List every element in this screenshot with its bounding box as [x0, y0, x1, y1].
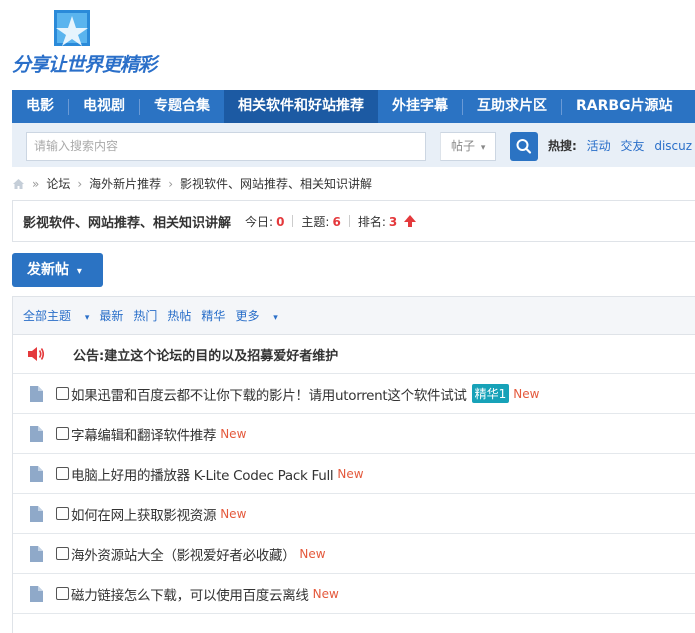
new-post-button[interactable]: 发新帖 ▾ — [12, 253, 103, 287]
logo-emblem-icon — [54, 10, 90, 46]
thread-list: 全部主题 ▾ 最新 热门 热帖 精华 更多 ▾ 公告:建立这个论坛的目的以及招募… — [12, 296, 695, 633]
breadcrumb-item[interactable]: 海外新片推荐 — [89, 175, 161, 192]
stat-topics-value: 6 — [332, 214, 341, 229]
new-badge: New — [220, 506, 247, 521]
new-post-label: 发新帖 — [27, 262, 69, 278]
speaker-icon — [28, 347, 45, 361]
main-nav: 电影 电视剧 专题合集 相关软件和好站推荐 外挂字幕 互助求片区 RARBG片源… — [12, 90, 695, 123]
new-badge: New — [220, 426, 247, 441]
search-type-select[interactable]: 帖子 ▾ — [440, 132, 496, 161]
stat-rank-label: 排名: — [357, 214, 386, 229]
logo-text: 分享让世界更精彩 — [12, 54, 157, 76]
nav-item-tv[interactable]: 电视剧 — [69, 90, 139, 123]
thread-checkbox[interactable] — [56, 467, 69, 480]
thread-checkbox[interactable] — [56, 387, 69, 400]
thread-checkbox[interactable] — [56, 587, 69, 600]
search-input[interactable]: 请输入搜索内容 — [26, 132, 426, 161]
stat-topics-label: 主题: — [301, 214, 330, 229]
thread-title[interactable]: 磁力链接怎么下载，可以使用百度云离线 — [71, 584, 309, 604]
hot-link[interactable]: discuz — [654, 139, 692, 153]
stat-divider — [292, 215, 294, 227]
thread-checkbox[interactable] — [56, 547, 69, 560]
arrow-up-icon — [404, 215, 417, 227]
hot-search-label: 热搜: — [548, 139, 577, 153]
nav-item-subtitles[interactable]: 外挂字幕 — [378, 90, 462, 123]
thread-row[interactable]: 字幕编辑和翻译软件推荐 New — [13, 414, 695, 454]
hot-search: 热搜: 活动 交友 discuz — [548, 137, 692, 154]
caret-down-icon: ▾ — [84, 313, 90, 323]
stat-divider — [348, 215, 350, 227]
filter-label: 更多 — [235, 309, 260, 323]
nav-item-rarbg[interactable]: RARBG片源站 — [562, 90, 687, 123]
announcement-text: 公告:建立这个论坛的目的以及招募爱好者维护 — [73, 348, 339, 364]
thread-row[interactable]: 如果迅雷和百度云都不让你下载的影片！请用utorrent这个软件试试 精华1 N… — [13, 374, 695, 414]
home-icon[interactable] — [12, 178, 25, 190]
stat-rank-value: 3 — [388, 214, 398, 229]
thread-row[interactable]: 磁力链接怎么下载，可以使用百度云离线 New — [13, 574, 695, 614]
stat-today: 今日: 0 — [245, 213, 284, 230]
breadcrumb-separator: › — [168, 176, 173, 191]
caret-down-icon: ▾ — [273, 313, 278, 323]
document-icon — [30, 505, 43, 522]
document-icon — [30, 425, 43, 442]
hot-link[interactable]: 活动 — [587, 139, 611, 153]
thread-title[interactable]: 如何在网上获取影视资源 — [71, 504, 217, 524]
thread-checkbox[interactable] — [56, 427, 69, 440]
hot-link[interactable]: 交友 — [620, 139, 644, 153]
thread-title[interactable]: 如果迅雷和百度云都不让你下载的影片！请用utorrent这个软件试试 — [71, 384, 467, 404]
document-icon — [30, 545, 43, 562]
site-logo[interactable]: 分享让世界更精彩 — [10, 6, 157, 86]
digest-tag: 精华1 — [471, 384, 510, 403]
filter-hot[interactable]: 热门 — [133, 307, 157, 324]
document-icon — [30, 465, 43, 482]
stat-today-label: 今日: — [245, 214, 274, 229]
breadcrumb-item[interactable]: 影视软件、网站推荐、相关知识讲解 — [180, 175, 372, 192]
nav-item-collections[interactable]: 专题合集 — [140, 90, 224, 123]
filter-bar: 全部主题 ▾ 最新 热门 热帖 精华 更多 ▾ — [13, 297, 695, 335]
filter-digest[interactable]: 精华 — [201, 307, 225, 324]
nav-item-movies[interactable]: 电影 — [12, 90, 68, 123]
thread-title[interactable]: 字幕编辑和翻译软件推荐 — [71, 424, 217, 444]
filter-latest[interactable]: 最新 — [99, 307, 123, 324]
new-badge: New — [312, 586, 339, 601]
breadcrumb: » 论坛 › 海外新片推荐 › 影视软件、网站推荐、相关知识讲解 — [12, 175, 372, 192]
filter-all-topics[interactable]: 全部主题 ▾ — [23, 307, 89, 324]
new-badge: New — [513, 386, 540, 401]
document-icon — [30, 585, 43, 602]
thread-row[interactable]: 如何在网上获取影视资源 New — [13, 494, 695, 534]
new-badge: New — [299, 546, 326, 561]
forum-title: 影视软件、网站推荐、相关知识讲解 — [23, 215, 232, 231]
caret-down-icon: ▾ — [480, 143, 486, 153]
forum-header: 影视软件、网站推荐、相关知识讲解 今日: 0 主题: 6 排名: 3 — [12, 200, 695, 242]
announcement-row[interactable]: 公告:建立这个论坛的目的以及招募爱好者维护 — [13, 335, 695, 374]
filter-label: 全部主题 — [23, 309, 72, 323]
nav-item-requests[interactable]: 互助求片区 — [463, 90, 561, 123]
stat-rank: 排名: 3 — [358, 213, 397, 230]
breadcrumb-separator: › — [77, 176, 83, 191]
caret-down-icon: ▾ — [76, 266, 82, 277]
filter-more[interactable]: 更多 ▾ — [235, 307, 277, 324]
search-button[interactable] — [510, 132, 538, 161]
search-icon — [516, 139, 532, 154]
stat-topics: 主题: 6 — [301, 213, 340, 230]
thread-row[interactable]: 海外资源站大全（影视爱好者必收藏） New — [13, 534, 695, 574]
new-badge: New — [337, 466, 364, 481]
thread-title[interactable]: 电脑上好用的播放器 K-Lite Codec Pack Full — [71, 464, 334, 484]
search-bar: 请输入搜索内容 帖子 ▾ 热搜: 活动 交友 discuz — [12, 123, 695, 167]
stat-today-value: 0 — [276, 214, 285, 229]
thread-title[interactable]: 海外资源站大全（影视爱好者必收藏） — [71, 544, 296, 564]
document-icon — [30, 385, 43, 402]
search-type-label: 帖子 — [451, 139, 476, 153]
breadcrumb-item[interactable]: 论坛 — [46, 175, 70, 192]
nav-item-software-sites[interactable]: 相关软件和好站推荐 — [224, 90, 378, 123]
filter-hot-posts[interactable]: 热帖 — [167, 307, 191, 324]
thread-row[interactable]: 电脑上好用的播放器 K-Lite Codec Pack Full New — [13, 454, 695, 494]
breadcrumb-separator: » — [32, 176, 40, 191]
thread-checkbox[interactable] — [56, 507, 69, 520]
